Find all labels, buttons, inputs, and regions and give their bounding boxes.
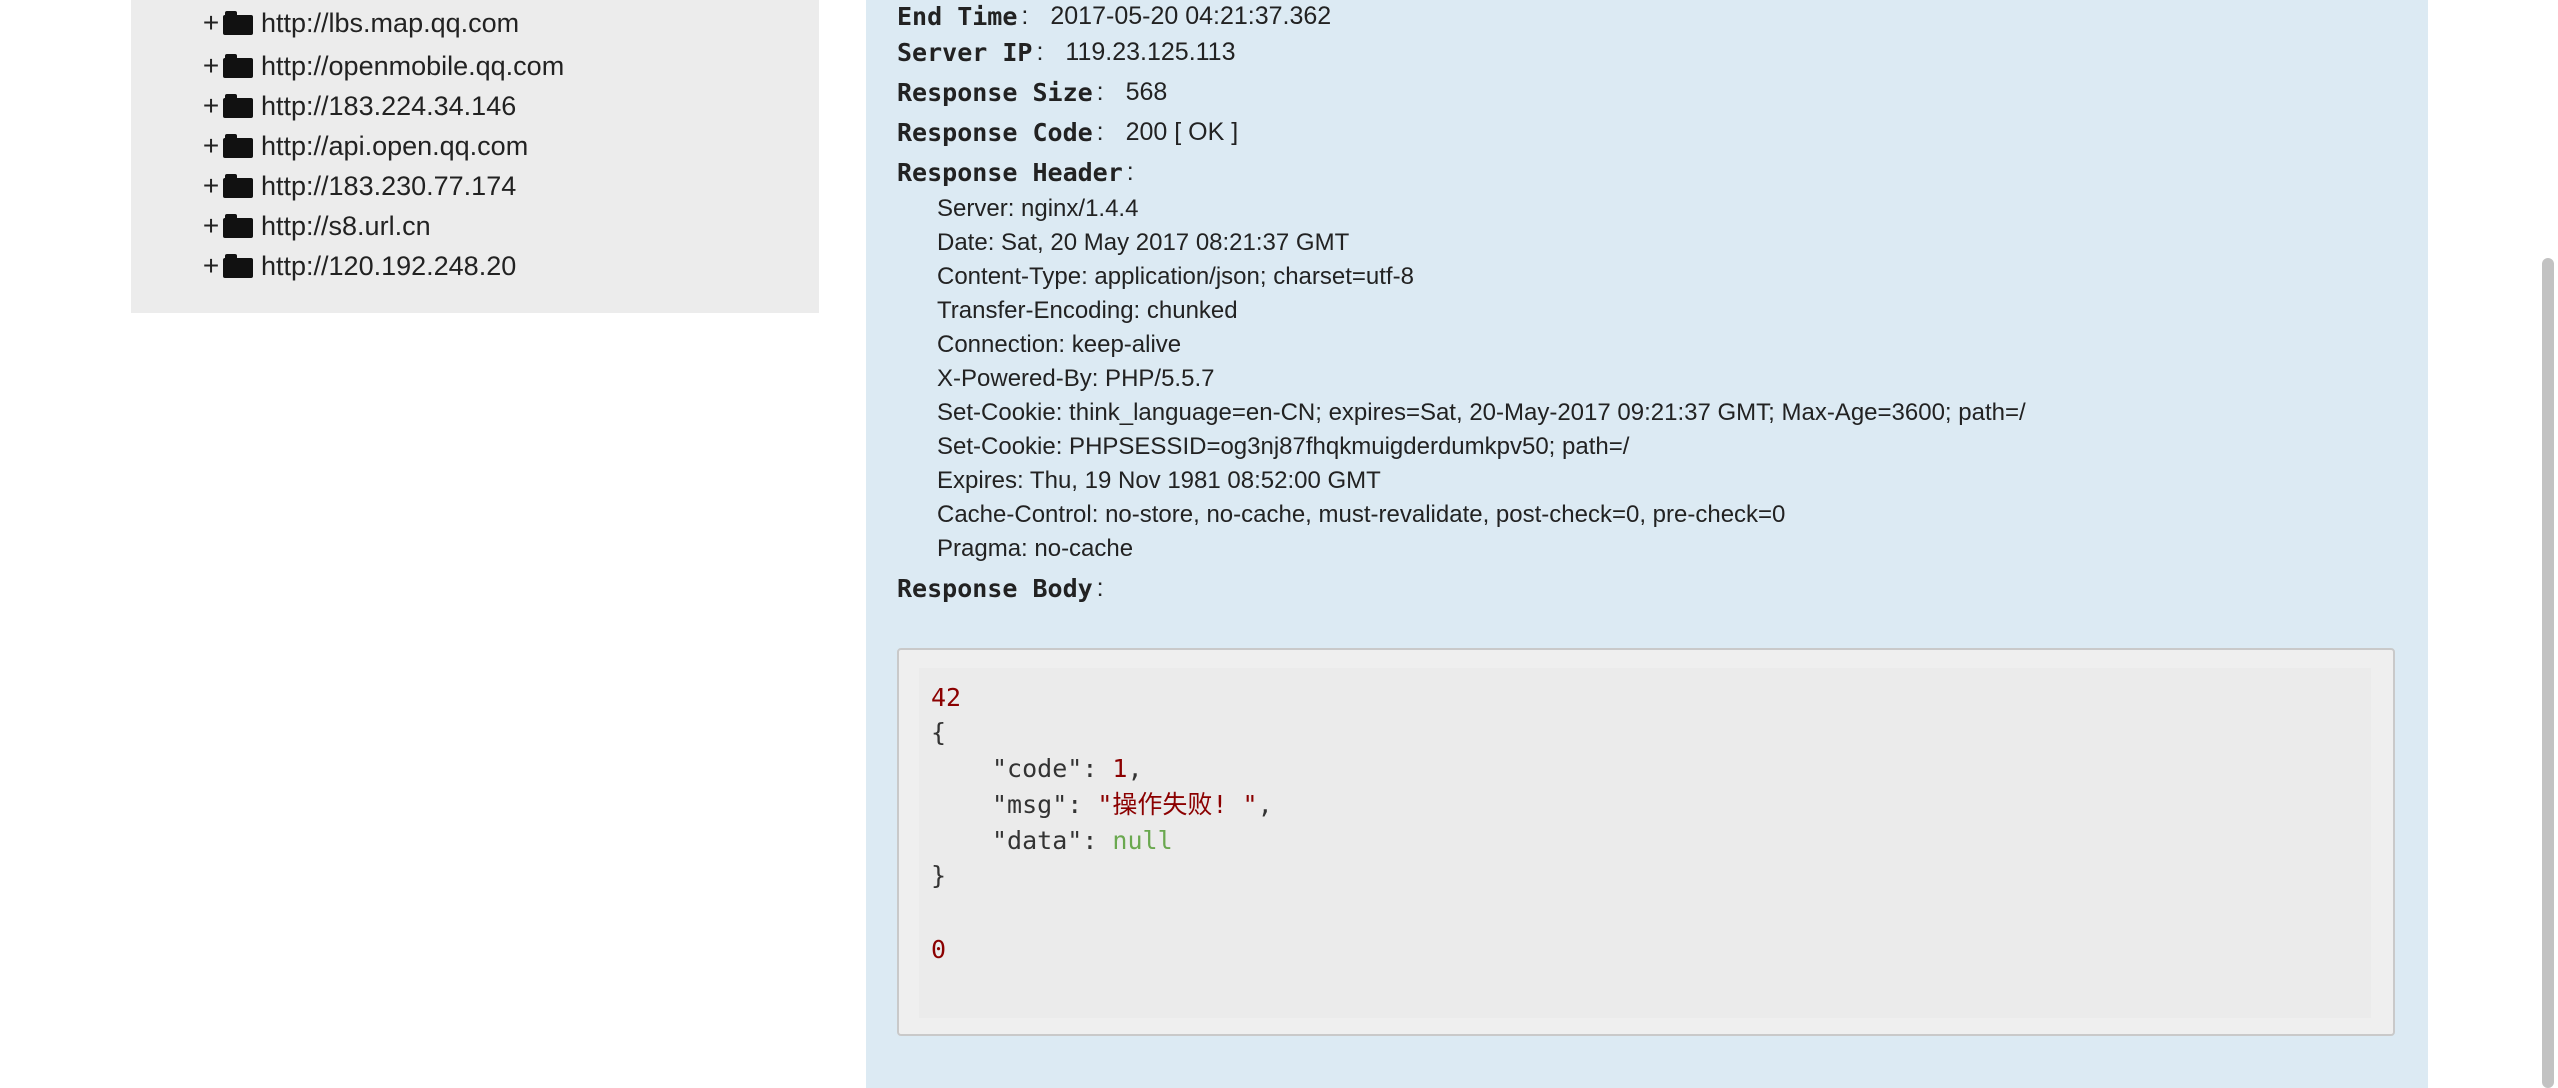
header-line: Cache-Control: no-store, no-cache, must-… bbox=[937, 501, 1786, 528]
response-code-row: Response Code : 200 [ OK ] bbox=[897, 112, 2397, 152]
json-separator: : bbox=[1082, 826, 1113, 855]
field-colon: : bbox=[1126, 157, 1134, 186]
response-size-label: Response Size bbox=[897, 77, 1093, 107]
app-root: + http://lbs.map.qq.com + http://openmob… bbox=[0, 0, 2558, 1088]
folder-icon bbox=[223, 11, 253, 35]
response-body-row: Response Body : bbox=[897, 568, 2397, 608]
header-line: Server: nginx/1.4.4 bbox=[937, 195, 1139, 222]
response-body-code[interactable]: 42 { "code": 1, "msg": "操作失败! ", "data":… bbox=[919, 668, 2371, 1018]
open-brace: { bbox=[931, 718, 947, 747]
field-colon: : bbox=[1096, 117, 1104, 146]
tree-item-label[interactable]: http://120.192.248.20 bbox=[261, 251, 516, 282]
tree-item-host[interactable]: + http://183.230.77.174 bbox=[201, 166, 564, 206]
field-colon: : bbox=[1096, 77, 1104, 106]
field-colon: : bbox=[1021, 1, 1029, 30]
tree-item-host[interactable]: + http://lbs.map.qq.com bbox=[201, 0, 564, 46]
tree-item-host[interactable]: + http://s8.url.cn bbox=[201, 206, 564, 246]
response-header-label: Response Header bbox=[897, 157, 1123, 187]
request-detail-panel: End Time : 2017-05-20 04:21:37.362 Serve… bbox=[866, 0, 2428, 1088]
expand-plus-icon[interactable]: + bbox=[201, 252, 221, 280]
end-time-row: End Time : 2017-05-20 04:21:37.362 bbox=[897, 0, 2397, 32]
field-colon: : bbox=[1096, 573, 1104, 602]
host-tree-panel: + http://lbs.map.qq.com + http://openmob… bbox=[131, 0, 819, 313]
json-comma: , bbox=[1127, 754, 1143, 783]
json-comma: , bbox=[1257, 790, 1273, 819]
end-time-value: 2017-05-20 04:21:37.362 bbox=[1050, 1, 1332, 30]
header-line: Pragma: no-cache bbox=[937, 535, 1134, 562]
header-line: Date: Sat, 20 May 2017 08:21:37 GMT bbox=[937, 229, 1350, 256]
header-line: Content-Type: application/json; charset=… bbox=[937, 263, 1414, 290]
response-header-list: Server: nginx/1.4.4 Date: Sat, 20 May 20… bbox=[937, 192, 2397, 566]
json-field-data: "data": null bbox=[992, 823, 1173, 859]
header-line: Set-Cookie: think_language=en-CN; expire… bbox=[937, 399, 2026, 426]
folder-icon bbox=[223, 134, 253, 158]
json-value-string: "操作失败! " bbox=[1097, 790, 1258, 819]
json-field-code: "code": 1, bbox=[992, 751, 1143, 787]
header-line: X-Powered-By: PHP/5.5.7 bbox=[937, 365, 1215, 392]
header-line: Connection: keep-alive bbox=[937, 331, 1182, 358]
expand-plus-icon[interactable]: + bbox=[201, 52, 221, 80]
tree-item-label[interactable]: http://183.230.77.174 bbox=[261, 171, 516, 202]
json-value-number: 1 bbox=[1112, 754, 1128, 783]
response-size-value: 568 bbox=[1125, 77, 1168, 106]
expand-plus-icon[interactable]: + bbox=[201, 92, 221, 120]
tree-item-host[interactable]: + http://api.open.qq.com bbox=[201, 126, 564, 166]
request-detail-content: End Time : 2017-05-20 04:21:37.362 Serve… bbox=[897, 0, 2397, 1036]
tree-item-label[interactable]: http://openmobile.qq.com bbox=[261, 51, 564, 82]
response-body-label: Response Body bbox=[897, 573, 1093, 603]
end-time-label: End Time bbox=[897, 1, 1018, 31]
json-key: "msg" bbox=[992, 790, 1068, 819]
json-key: "data" bbox=[992, 826, 1083, 855]
host-tree-list: + http://lbs.map.qq.com + http://openmob… bbox=[201, 0, 564, 286]
chunk-terminator: 0 bbox=[931, 935, 947, 964]
tree-item-label[interactable]: http://s8.url.cn bbox=[261, 211, 431, 242]
close-brace: } bbox=[931, 861, 947, 890]
tree-item-host[interactable]: + http://183.224.34.146 bbox=[201, 86, 564, 126]
response-body-box: 42 { "code": 1, "msg": "操作失败! ", "data":… bbox=[897, 648, 2395, 1036]
tree-item-label[interactable]: http://183.224.34.146 bbox=[261, 91, 516, 122]
folder-icon bbox=[223, 214, 253, 238]
tree-item-label[interactable]: http://lbs.map.qq.com bbox=[261, 8, 519, 39]
chunk-size: 42 bbox=[931, 683, 962, 712]
header-line: Set-Cookie: PHPSESSID=og3nj87fhqkmuigder… bbox=[937, 433, 1630, 460]
expand-plus-icon[interactable]: + bbox=[201, 9, 221, 37]
tree-item-label[interactable]: http://api.open.qq.com bbox=[261, 131, 528, 162]
json-field-msg: "msg": "操作失败! ", bbox=[992, 787, 1273, 823]
response-size-row: Response Size : 568 bbox=[897, 72, 2397, 112]
vertical-scrollbar[interactable] bbox=[2538, 0, 2558, 1088]
header-line: Transfer-Encoding: chunked bbox=[937, 297, 1238, 324]
folder-icon bbox=[223, 254, 253, 278]
field-colon: : bbox=[1036, 37, 1044, 66]
json-separator: : bbox=[1082, 754, 1113, 783]
json-separator: : bbox=[1067, 790, 1098, 819]
json-key: "code" bbox=[992, 754, 1083, 783]
header-line: Expires: Thu, 19 Nov 1981 08:52:00 GMT bbox=[937, 467, 1381, 494]
json-value-null: null bbox=[1112, 826, 1173, 855]
response-header-row: Response Header : bbox=[897, 152, 2397, 192]
server-ip-value: 119.23.125.113 bbox=[1065, 37, 1236, 66]
folder-icon bbox=[223, 54, 253, 78]
tree-item-host[interactable]: + http://120.192.248.20 bbox=[201, 246, 564, 286]
response-code-value: 200 [ OK ] bbox=[1125, 117, 1239, 146]
expand-plus-icon[interactable]: + bbox=[201, 132, 221, 160]
folder-icon bbox=[223, 174, 253, 198]
scrollbar-thumb[interactable] bbox=[2542, 258, 2554, 1088]
folder-icon bbox=[223, 94, 253, 118]
server-ip-label: Server IP bbox=[897, 37, 1033, 67]
expand-plus-icon[interactable]: + bbox=[201, 212, 221, 240]
server-ip-row: Server IP : 119.23.125.113 bbox=[897, 32, 2397, 72]
tree-item-host[interactable]: + http://openmobile.qq.com bbox=[201, 46, 564, 86]
expand-plus-icon[interactable]: + bbox=[201, 172, 221, 200]
response-code-label: Response Code bbox=[897, 117, 1093, 147]
